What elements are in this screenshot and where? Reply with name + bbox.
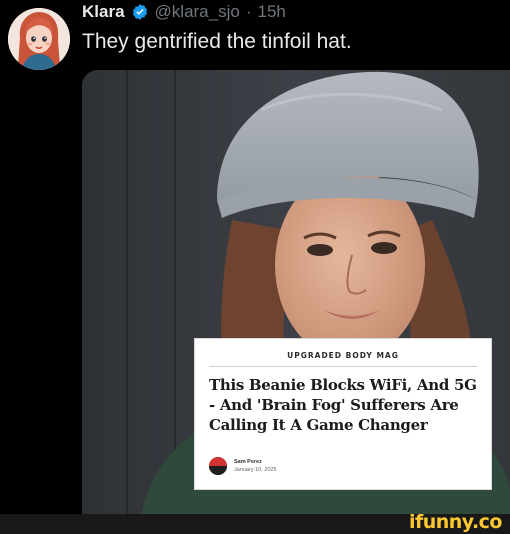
profile-avatar[interactable]	[8, 8, 70, 70]
author-avatar	[209, 457, 227, 475]
ifunny-watermark: ifunny.co	[408, 511, 503, 533]
publication-name: UPGRADED BODY MAG	[287, 351, 399, 360]
divider	[209, 366, 477, 367]
dot-separator: ·	[245, 2, 252, 21]
meme-screenshot: Klara @klara_sjo · 15h They gentrified t…	[0, 0, 510, 534]
avatar-illustration	[8, 8, 70, 70]
verified-badge-icon	[131, 3, 149, 21]
post-timestamp[interactable]: 15h	[258, 2, 286, 22]
article-date: January 10, 2025	[234, 467, 277, 473]
display-name[interactable]: Klara	[82, 2, 125, 22]
tweet-media[interactable]: UPGRADED BODY MAG This Beanie Blocks WiF…	[82, 70, 510, 514]
user-handle[interactable]: @klara_sjo	[155, 2, 240, 22]
author-meta: Sam Perez January 10, 2025	[234, 458, 277, 474]
tweet-header: Klara @klara_sjo · 15h	[82, 0, 286, 24]
article-card[interactable]: UPGRADED BODY MAG This Beanie Blocks WiF…	[194, 338, 492, 490]
author-name: Sam Perez	[234, 459, 262, 465]
byline: Sam Perez January 10, 2025	[209, 457, 277, 475]
article-headline: This Beanie Blocks WiFi, And 5G - And 'B…	[209, 376, 477, 434]
tweet-text: They gentrified the tinfoil hat.	[82, 30, 352, 53]
